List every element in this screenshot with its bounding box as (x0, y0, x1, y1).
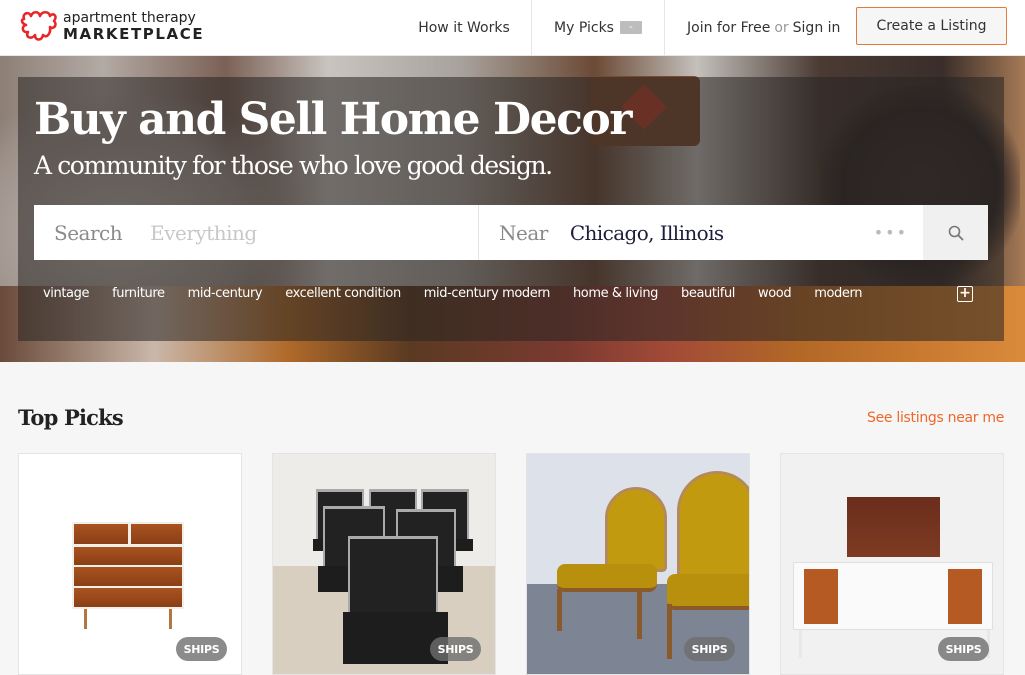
listing-card[interactable]: SHIPS (526, 453, 750, 675)
see-listings-near-me-link[interactable]: See listings near me (867, 410, 1004, 426)
my-picks-count-badge: - (619, 21, 642, 34)
dresser-graphic (72, 522, 184, 609)
hero-banner: Buy and Sell Home Decor A community for … (0, 56, 1025, 362)
ships-badge: SHIPS (684, 637, 735, 661)
search-label: Search (54, 220, 123, 245)
plus-square-icon[interactable]: + (957, 286, 973, 302)
location-field[interactable]: Near Chicago, Illinois ••• (479, 205, 923, 260)
or-text: or (774, 19, 789, 36)
create-listing-button[interactable]: Create a Listing (856, 7, 1007, 45)
ellipsis-icon[interactable]: ••• (874, 223, 908, 242)
nav-how-it-works-label: How it Works (418, 19, 510, 36)
near-label: Near (499, 220, 548, 245)
tag-link[interactable]: mid-century (188, 286, 263, 301)
join-link[interactable]: Join for Free (687, 20, 770, 36)
listing-card[interactable]: SHIPS (780, 453, 1004, 675)
logo-line1: apartment therapy (63, 9, 196, 26)
tag-link[interactable]: modern (814, 286, 862, 301)
search-bar: Search Near Chicago, Illinois ••• (34, 205, 988, 260)
search-button[interactable] (923, 205, 988, 260)
tag-link[interactable]: furniture (112, 286, 165, 301)
listing-card[interactable]: SHIPS (272, 453, 496, 675)
search-icon (948, 225, 963, 240)
tag-list: vintage furniture mid-century excellent … (43, 286, 885, 301)
ships-badge: SHIPS (176, 637, 227, 661)
nav-account: Join for Free or Sign in (687, 0, 840, 55)
search-field[interactable]: Search (34, 205, 479, 260)
listing-card[interactable]: SHIPS (18, 453, 242, 675)
hero-subtitle: A community for those who love good desi… (34, 151, 553, 180)
apartment-therapy-logo-icon (20, 10, 57, 41)
tag-link[interactable]: beautiful (681, 286, 735, 301)
nav-my-picks-label: My Picks (554, 19, 614, 36)
hero-title: Buy and Sell Home Decor (34, 94, 632, 145)
location-value[interactable]: Chicago, Illinois (570, 221, 724, 245)
nav-my-picks[interactable]: My Picks - (532, 0, 665, 55)
tag-link[interactable]: home & living (573, 286, 658, 301)
ships-badge: SHIPS (938, 637, 989, 661)
site-header: apartment therapy MARKETPLACE How it Wor… (0, 0, 1025, 56)
sign-in-link[interactable]: Sign in (793, 20, 841, 36)
tag-link[interactable]: mid-century modern (424, 286, 551, 301)
tag-link[interactable]: excellent condition (285, 286, 401, 301)
search-input[interactable] (150, 220, 478, 245)
nav-how-it-works[interactable]: How it Works (397, 0, 532, 55)
tag-link[interactable]: vintage (43, 286, 89, 301)
top-picks-title: Top Picks (18, 405, 124, 430)
tag-link[interactable]: wood (758, 286, 792, 301)
logo-line2: MARKETPLACE (63, 24, 205, 43)
ships-badge: SHIPS (430, 637, 481, 661)
logo[interactable]: apartment therapy MARKETPLACE (20, 9, 204, 43)
